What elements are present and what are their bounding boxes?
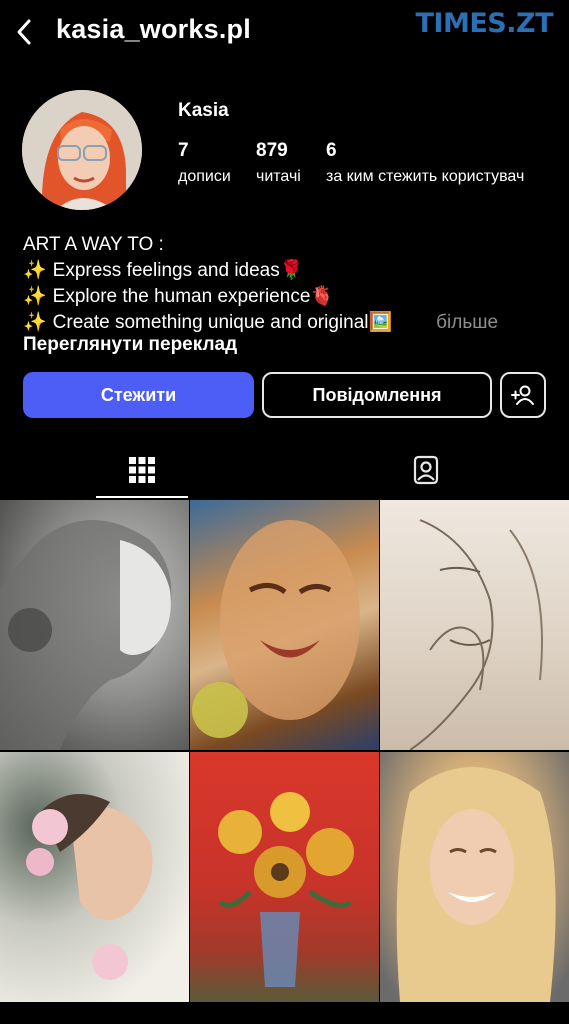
bio-line-3: ✨ Explore the human experience🫀 — [23, 284, 553, 310]
anatomical-heart-icon: 🫀 — [310, 286, 335, 307]
pencil-portrait-image — [0, 520, 172, 750]
followers-count: 879 — [256, 140, 288, 161]
post-thumbnail[interactable] — [380, 752, 569, 1002]
post-thumbnail[interactable] — [380, 500, 569, 750]
display-name: Kasia — [178, 100, 229, 121]
posts-count: 7 — [178, 140, 189, 161]
framed-picture-icon: 🖼️ — [368, 312, 393, 333]
sparkles-icon: ✨ — [23, 312, 47, 333]
bio-line-4-text: Create something unique and original — [52, 312, 369, 333]
avatar-portrait-image — [22, 90, 142, 210]
sparkles-icon: ✨ — [23, 286, 47, 307]
profile-bio: ART A WAY TO : ✨ Express feelings and ide… — [23, 232, 553, 336]
smiling-blonde-portrait-image — [396, 767, 556, 1002]
posts-label: дописи — [178, 168, 231, 185]
avatar[interactable] — [22, 90, 142, 210]
suggested-users-button[interactable] — [500, 372, 546, 418]
profile-username: kasia_works.pl — [56, 14, 251, 44]
sketch-woman-image — [409, 519, 543, 750]
watermark-logo: TIMES.ZT — [415, 8, 554, 39]
bio-more-link[interactable]: більше — [436, 312, 498, 333]
rose-icon: 🌹 — [279, 260, 304, 281]
post-thumbnail[interactable] — [190, 500, 379, 750]
stat-followers[interactable]: 879 читачі — [256, 140, 301, 186]
watercolor-flowers-portrait-image — [26, 794, 153, 980]
stat-posts[interactable]: 7 дописи — [178, 140, 231, 186]
bio-line-1: ART A WAY TO : — [23, 234, 164, 255]
sparkles-icon: ✨ — [23, 260, 47, 281]
profile-tabs — [0, 440, 569, 500]
post-thumbnail[interactable] — [190, 752, 379, 1002]
grid-icon — [129, 457, 155, 483]
sunflowers-painting-image — [218, 792, 354, 987]
message-button[interactable]: Повідомлення — [262, 372, 492, 418]
see-translation-link[interactable]: Переглянути переклад — [23, 334, 237, 356]
stat-following[interactable]: 6 за ким стежить користувач — [326, 140, 524, 186]
tab-grid[interactable] — [96, 440, 188, 500]
bio-line-3-text: Explore the human experience — [52, 286, 311, 307]
painted-face-image — [192, 520, 360, 738]
followers-label: читачі — [256, 168, 301, 185]
post-thumbnail[interactable] — [0, 500, 189, 750]
bio-line-2-text: Express feelings and ideas — [52, 260, 280, 281]
following-label: за ким стежить користувач — [326, 168, 525, 185]
back-button[interactable] — [8, 14, 40, 50]
top-bar: kasia_works.pl TIMES.ZT — [0, 0, 569, 64]
bio-line-4: ✨ Create something unique and original🖼️ б… — [23, 310, 553, 336]
post-thumbnail[interactable] — [0, 752, 189, 1002]
follow-button[interactable]: Стежити — [23, 372, 254, 418]
tab-tagged[interactable] — [380, 440, 472, 500]
following-count: 6 — [326, 140, 337, 161]
chevron-left-icon — [17, 19, 31, 45]
bio-line-2: ✨ Express feelings and ideas🌹 — [23, 258, 553, 284]
add-user-icon — [511, 385, 534, 405]
posts-grid — [0, 500, 569, 1024]
tagged-person-icon — [413, 455, 439, 485]
